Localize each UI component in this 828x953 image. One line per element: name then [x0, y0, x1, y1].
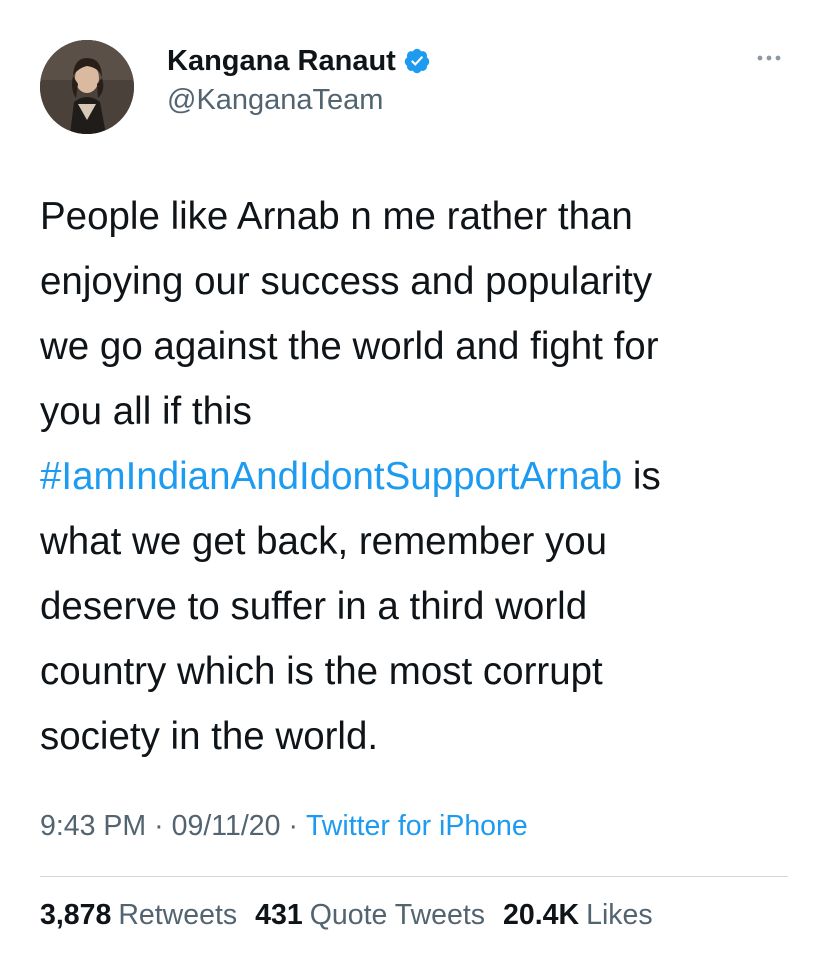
- quote-tweets-label: Quote Tweets: [309, 899, 486, 931]
- likes-count: 20.4K: [503, 899, 580, 931]
- tweet-text-line: we go against the world and fight for: [40, 325, 659, 368]
- tweet-metadata: 9:43 PM · 09/11/20 · Twitter for iPhone: [40, 810, 528, 843]
- tweet-text-line: what we get back, remember you: [40, 520, 608, 563]
- tweet-text-line: deserve to suffer in a third world: [40, 585, 588, 628]
- retweets-label: Retweets: [118, 899, 238, 931]
- author-handle[interactable]: @KanganaTeam: [167, 84, 383, 117]
- likes-label: Likes: [586, 899, 653, 931]
- verified-badge-icon: [403, 47, 431, 75]
- meta-separator: ·: [288, 810, 298, 842]
- author-display-name[interactable]: Kangana Ranaut: [167, 45, 396, 78]
- divider: [40, 876, 788, 877]
- author-name-row[interactable]: Kangana Ranaut: [167, 44, 431, 78]
- tweet-text-line: #IamIndianAndIdontSupportArnab is: [40, 444, 800, 509]
- tweet-date[interactable]: 09/11/20: [172, 810, 281, 842]
- tweet-text-line: you all if this: [40, 390, 252, 433]
- tweet-text-line: country which is the most corrupt: [40, 650, 603, 693]
- meta-separator: ·: [154, 810, 164, 842]
- tweet-text-line: society in the world.: [40, 715, 379, 758]
- avatar-image: [40, 40, 134, 134]
- retweets-count: 3,878: [40, 899, 112, 931]
- more-options-icon[interactable]: [752, 50, 786, 66]
- tweet-stats: 3,878 Retweets 431 Quote Tweets 20.4K Likes: [40, 899, 671, 932]
- retweets-stat[interactable]: 3,878 Retweets: [40, 899, 237, 932]
- tweet-text-line: People like Arnab n me rather than: [40, 195, 633, 238]
- tweet-text-line: enjoying our success and popularity: [40, 260, 653, 303]
- quote-tweets-stat[interactable]: 431 Quote Tweets: [255, 899, 485, 932]
- quote-tweets-count: 431: [255, 899, 303, 931]
- likes-stat[interactable]: 20.4K Likes: [503, 899, 653, 932]
- tweet-text-fragment: is: [622, 455, 661, 498]
- tweet-text: People like Arnab n me rather than enjoy…: [40, 184, 800, 769]
- hashtag-link[interactable]: #IamIndianAndIdontSupportArnab: [40, 455, 622, 498]
- avatar[interactable]: [40, 40, 134, 134]
- tweet-source-link[interactable]: Twitter for iPhone: [306, 810, 528, 842]
- tweet-time[interactable]: 9:43 PM: [40, 810, 146, 842]
